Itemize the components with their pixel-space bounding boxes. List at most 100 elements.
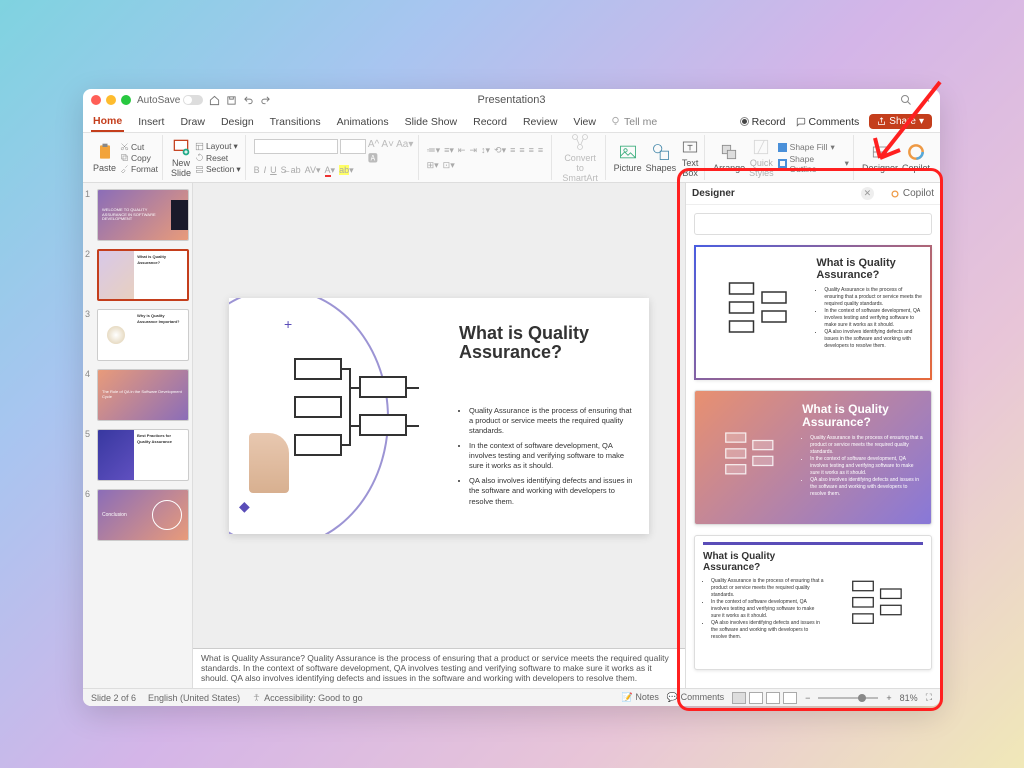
designer-icon [870,142,890,162]
quickstyles-button[interactable]: Quick Styles [749,137,774,178]
clipboard-icon [95,142,115,162]
notes-pane[interactable]: What is Quality Assurance? Quality Assur… [193,648,685,688]
slide-body[interactable]: Quality Assurance is the process of ensu… [459,406,634,512]
search-icon[interactable] [900,94,912,106]
panel-tab-copilot[interactable]: Copilot [890,188,934,199]
undo-icon[interactable] [243,95,254,106]
close-window-button[interactable] [91,95,101,105]
shapes-icon [651,142,671,162]
shapes-button[interactable]: Shapes [646,142,677,173]
tab-view[interactable]: View [571,113,598,131]
accessibility-icon [252,693,261,702]
home-icon[interactable] [209,95,220,106]
thumbnail-1[interactable]: 1WELCOME TO QUALITY ASSURANCE IN SOFTWAR… [87,189,188,241]
zoom-value[interactable]: 81% [900,693,918,703]
thumbnail-2[interactable]: 2What is Quality Assurance? [87,249,188,301]
design-suggestion-3[interactable]: What is Quality Assurance? Quality Assur… [694,535,932,670]
fit-window-button[interactable]: ⛶ [926,692,932,703]
ribbon-collapse-icon[interactable] [920,94,932,106]
editor-column: + ◆ What is Quality Assurance? Quality A… [193,183,685,688]
design-suggestion-2[interactable]: What is Quality Assurance? Quality Assur… [694,390,932,525]
slideshow-view-button[interactable] [783,692,797,704]
shape-outline-button[interactable]: Shape Outline ▾ [778,154,849,174]
ribbon-home: Paste Cut Copy Format New Slide Layout ▾… [83,133,940,183]
share-button[interactable]: Share ▾ [869,114,932,129]
tab-draw[interactable]: Draw [178,113,207,131]
indent-dec-button[interactable]: ⇤ [458,145,466,156]
autosave-toggle[interactable]: AutoSave [137,95,203,106]
panel-tab-designer[interactable]: Designer [692,188,735,199]
slide-thumbnails-pane[interactable]: 1WELCOME TO QUALITY ASSURANCE IN SOFTWAR… [83,183,193,688]
maximize-window-button[interactable] [121,95,131,105]
status-accessibility[interactable]: Accessibility: Good to go [252,693,363,703]
italic-button[interactable]: I [264,165,267,176]
thumbnail-5[interactable]: 5Best Practices for Quality Assurance [87,429,188,481]
highlight-button[interactable]: ab▾ [339,165,354,176]
align-left-button[interactable]: ≡ [510,145,515,156]
comments-button[interactable]: 💬 Comments [667,692,724,703]
tab-home[interactable]: Home [91,112,124,132]
sorter-view-button[interactable] [749,692,763,704]
normal-view-button[interactable] [732,692,746,704]
zoom-slider[interactable] [818,697,878,699]
tell-me-search[interactable]: Tell me [610,116,657,128]
powerpoint-window: AutoSave Presentation3 Home Insert Draw … [83,89,940,706]
panel-close-button[interactable]: ✕ [861,187,874,200]
slide-title[interactable]: What is Quality Assurance? [459,324,649,364]
copy-icon [120,153,129,162]
arrange-button[interactable]: Arrange [713,142,745,173]
new-slide-button[interactable]: New Slide [171,137,191,178]
tab-insert[interactable]: Insert [136,113,166,131]
slide-canvas-area[interactable]: + ◆ What is Quality Assurance? Quality A… [193,183,685,648]
tab-transitions[interactable]: Transitions [268,113,323,131]
shape-fill-button[interactable]: Shape Fill ▾ [778,142,849,153]
comments-toggle[interactable]: Comments [796,116,860,128]
thumbnail-4[interactable]: 4The Role of QA in the Software Developm… [87,369,188,421]
section-button[interactable]: Section ▾ [195,164,241,175]
save-icon[interactable] [226,95,237,106]
notes-button[interactable]: 📝 Notes [622,692,659,703]
reading-view-button[interactable] [766,692,780,704]
font-size-select[interactable] [340,139,366,154]
zoom-out-button[interactable]: − [805,693,810,703]
reset-button[interactable]: Reset [195,153,241,163]
tab-animations[interactable]: Animations [335,113,391,131]
numbering-button[interactable]: ≡▾ [444,145,454,156]
bullets-button[interactable]: ≔▾ [427,145,441,156]
copy-button[interactable]: Copy [120,153,158,163]
designer-ribbon-button[interactable]: Designer [862,142,898,173]
designer-suggestions[interactable]: What is Quality Assurance? Quality Assur… [686,205,940,688]
quick-access-toolbar: AutoSave [137,95,271,106]
tab-review[interactable]: Review [521,113,559,131]
font-color-button[interactable]: A▾ [325,165,336,176]
copilot-icon [906,142,926,162]
minimize-window-button[interactable] [106,95,116,105]
tab-record[interactable]: Record [471,113,509,131]
thumbnail-3[interactable]: 3Why is Quality Assurance Important? [87,309,188,361]
layout-button[interactable]: Layout ▾ [195,141,241,152]
autosave-label: AutoSave [137,95,180,106]
design-suggestion-1[interactable]: What is Quality Assurance? Quality Assur… [694,245,932,380]
thumbnail-6[interactable]: 6Conclusion [87,489,188,541]
tab-slideshow[interactable]: Slide Show [403,113,460,131]
bold-button[interactable]: B [254,165,260,176]
textbox-button[interactable]: Text Box [680,137,700,178]
status-language[interactable]: English (United States) [148,693,240,703]
font-family-select[interactable] [254,139,339,154]
current-slide[interactable]: + ◆ What is Quality Assurance? Quality A… [229,298,649,534]
record-toggle[interactable]: Record [740,116,786,128]
view-mode-buttons [732,692,797,704]
strike-button[interactable]: S̶ [281,165,287,176]
redo-icon[interactable] [260,95,271,106]
indent-inc-button[interactable]: ⇥ [469,145,477,156]
cut-button[interactable]: Cut [120,142,158,152]
format-painter-button[interactable]: Format [120,164,158,174]
copilot-ribbon-button[interactable]: Copilot [902,142,930,173]
underline-button[interactable]: U [270,165,277,176]
designer-search-input[interactable] [694,213,932,235]
tab-design[interactable]: Design [219,113,256,131]
picture-button[interactable]: Picture [614,142,642,173]
paste-button[interactable]: Paste [93,142,116,173]
convert-smartart-button[interactable]: Convert to SmartArt [560,132,601,183]
zoom-in-button[interactable]: + [886,693,891,703]
